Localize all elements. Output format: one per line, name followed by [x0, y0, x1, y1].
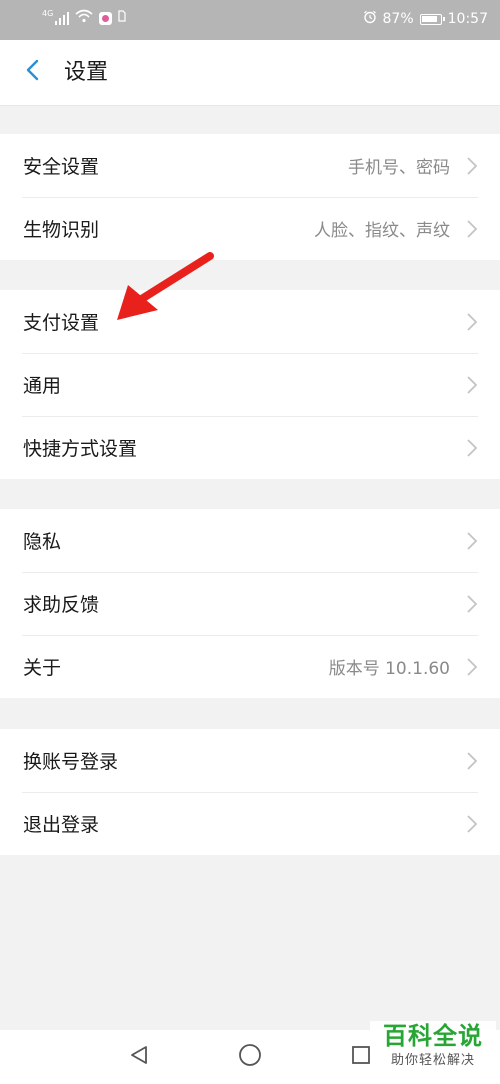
settings-group-login: 换账号登录 退出登录 — [0, 729, 500, 855]
settings-row-logout[interactable]: 退出登录 — [0, 792, 500, 855]
row-label: 隐私 — [23, 531, 62, 553]
header: 设置 — [0, 40, 500, 106]
chevron-left-icon — [25, 59, 39, 85]
row-value: 手机号、密码 — [348, 158, 450, 178]
chevron-right-icon — [466, 375, 478, 395]
row-label: 通用 — [23, 375, 62, 397]
row-label: 退出登录 — [23, 814, 100, 836]
watermark: 百科全说 助你轻松解决 — [370, 1021, 496, 1077]
settings-row-security[interactable]: 安全设置 手机号、密码 — [0, 134, 500, 197]
nav-home-button[interactable] — [237, 1044, 263, 1070]
row-label: 求助反馈 — [23, 594, 100, 616]
status-right-icons: 87% 10:57 — [363, 10, 488, 28]
row-value: 人脸、指纹、声纹 — [314, 221, 450, 241]
wifi-icon — [75, 9, 93, 27]
chevron-right-icon — [466, 219, 478, 239]
alarm-icon — [363, 10, 377, 28]
battery-percent: 87% — [382, 11, 414, 27]
settings-row-about[interactable]: 关于 版本号 10.1.60 — [0, 635, 500, 698]
chevron-right-icon — [466, 657, 478, 677]
battery-icon — [419, 13, 445, 25]
status-time: 10:57 — [447, 11, 488, 27]
signal-icon — [55, 11, 70, 25]
settings-row-biometrics[interactable]: 生物识别 人脸、指纹、声纹 — [0, 197, 500, 260]
app-notification-icon — [99, 11, 113, 25]
settings-group-account: 安全设置 手机号、密码 生物识别 人脸、指纹、声纹 — [0, 134, 500, 260]
chevron-right-icon — [466, 438, 478, 458]
network-type-label: 4G — [42, 8, 54, 18]
page-title: 设置 — [64, 60, 109, 85]
nav-back-button[interactable] — [126, 1044, 152, 1070]
settings-row-feedback[interactable]: 求助反馈 — [0, 572, 500, 635]
nav-recents-icon — [350, 1044, 372, 1070]
settings-row-switch-account[interactable]: 换账号登录 — [0, 729, 500, 792]
chevron-right-icon — [466, 312, 478, 332]
row-label: 生物识别 — [23, 219, 100, 241]
back-button[interactable] — [14, 54, 50, 90]
settings-row-privacy[interactable]: 隐私 — [0, 509, 500, 572]
row-label: 安全设置 — [23, 156, 100, 178]
row-label: 换账号登录 — [23, 751, 119, 773]
settings-row-shortcuts[interactable]: 快捷方式设置 — [0, 416, 500, 479]
status-bar: 4G 87% 10:57 — [0, 0, 500, 40]
row-label: 快捷方式设置 — [23, 438, 138, 460]
chevron-right-icon — [466, 594, 478, 614]
row-value: 版本号 10.1.60 — [328, 659, 450, 679]
row-label: 关于 — [23, 657, 62, 679]
chevron-right-icon — [466, 814, 478, 834]
settings-row-general[interactable]: 通用 — [0, 353, 500, 416]
nav-home-icon — [238, 1043, 262, 1071]
settings-row-payment[interactable]: 支付设置 — [0, 290, 500, 353]
chevron-right-icon — [466, 156, 478, 176]
row-label: 支付设置 — [23, 312, 100, 334]
settings-group-general: 支付设置 通用 快捷方式设置 — [0, 290, 500, 479]
chevron-right-icon — [466, 531, 478, 551]
status-left-icons: 4G — [42, 9, 126, 27]
sim-icon — [118, 10, 126, 26]
watermark-subtitle: 助你轻松解决 — [390, 1053, 475, 1068]
chevron-right-icon — [466, 751, 478, 771]
nav-back-icon — [128, 1044, 150, 1070]
settings-group-about: 隐私 求助反馈 关于 版本号 10.1.60 — [0, 509, 500, 698]
watermark-title: 百科全说 — [383, 1022, 483, 1050]
